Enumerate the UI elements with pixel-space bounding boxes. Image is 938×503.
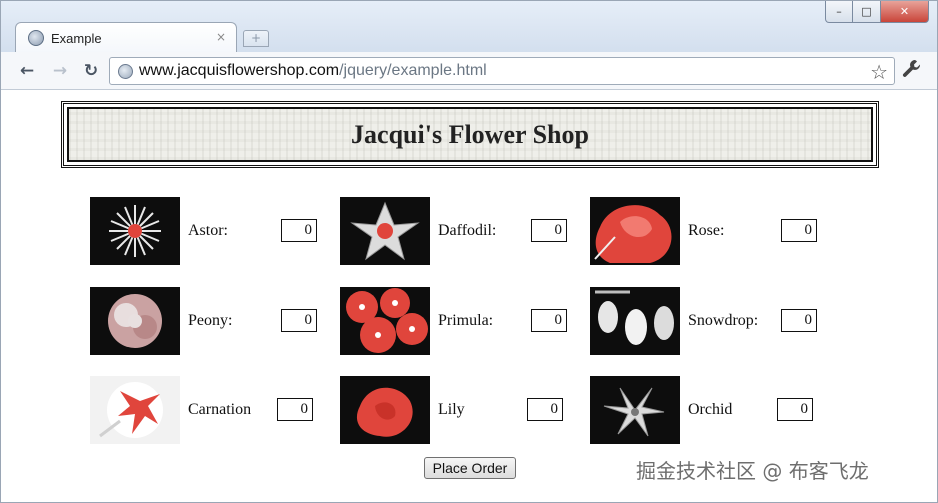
primula-flower-icon	[340, 287, 430, 355]
address-bar[interactable]: www.jacquisflowershop.com/jquery/example…	[109, 57, 895, 85]
page-title: Jacqui's Flower Shop	[351, 119, 589, 149]
daffodil-flower-icon	[340, 197, 430, 265]
quantity-input[interactable]	[531, 309, 567, 332]
product-name: Daffodil:	[438, 222, 497, 239]
window-controls: – □ ✕	[825, 1, 929, 23]
quantity-input[interactable]	[281, 219, 317, 242]
quantity-input[interactable]	[777, 398, 813, 421]
product-name: Primula:	[438, 312, 494, 329]
product-lily: Lily	[340, 376, 580, 444]
peony-flower-icon	[90, 287, 180, 355]
header-banner: Jacqui's Flower Shop	[61, 101, 879, 168]
product-name: Peony:	[188, 312, 233, 329]
product-peony: Peony:	[90, 287, 330, 355]
tab-title: Example	[51, 30, 102, 46]
page-info-icon[interactable]	[118, 63, 133, 79]
quantity-input[interactable]	[277, 398, 313, 421]
watermark-text: 掘金技术社区 @ 布客飞龙	[636, 459, 869, 483]
maximize-button[interactable]: □	[853, 1, 881, 23]
forward-icon[interactable]: →	[50, 61, 70, 81]
product-name: Orchid	[688, 401, 733, 418]
product-name: Carnation	[188, 401, 252, 418]
browser-toolbar: ← → ↻ www.jacquisflowershop.com/jquery/e…	[1, 52, 937, 90]
minimize-button[interactable]: –	[825, 1, 853, 23]
product-snowdrop: Snowdrop:	[590, 287, 830, 355]
title-bar: – □ ✕ Example × +	[1, 1, 937, 53]
quantity-input[interactable]	[531, 219, 567, 242]
quantity-input[interactable]	[781, 309, 817, 332]
product-name: Rose:	[688, 222, 725, 239]
snowdrop-flower-icon	[590, 287, 680, 355]
new-tab-button[interactable]: +	[243, 30, 269, 47]
url-host: www.jacquisflowershop.com	[139, 62, 340, 79]
banner-inner: Jacqui's Flower Shop	[67, 107, 873, 162]
wrench-icon[interactable]	[900, 58, 924, 82]
quantity-input[interactable]	[527, 398, 563, 421]
orchid-flower-icon	[590, 376, 680, 444]
quantity-input[interactable]	[281, 309, 317, 332]
product-daffodil: Daffodil:	[340, 197, 580, 265]
product-rose: Rose:	[590, 197, 830, 265]
product-orchid: Orchid	[590, 376, 830, 444]
product-primula: Primula:	[340, 287, 580, 355]
place-order-button[interactable]: Place Order	[424, 457, 516, 479]
tab-example[interactable]: Example ×	[15, 22, 237, 53]
product-name: Snowdrop:	[688, 312, 759, 329]
page-content: Jacqui's Flower Shop Astor: 0 Daffodil: …	[1, 91, 937, 502]
url-text[interactable]: www.jacquisflowershop.com/jquery/example…	[139, 62, 487, 80]
product-astor: Astor:	[90, 197, 330, 265]
url-path: /jquery/example.html	[339, 62, 487, 79]
tab-close-icon[interactable]: ×	[216, 30, 226, 44]
product-carnation: Carnation	[90, 376, 330, 444]
reload-icon[interactable]: ↻	[81, 61, 101, 81]
lily-flower-icon	[340, 376, 430, 444]
bookmark-star-icon[interactable]: ☆	[870, 60, 888, 84]
product-name: Lily	[438, 401, 465, 418]
back-icon[interactable]: ←	[17, 61, 37, 81]
astor-flower-icon	[90, 197, 180, 265]
product-name: Astor:	[188, 222, 228, 239]
close-window-button[interactable]: ✕	[881, 1, 929, 23]
globe-icon	[28, 30, 44, 46]
carnation-flower-icon	[90, 376, 180, 444]
rose-flower-icon	[590, 197, 680, 265]
quantity-input[interactable]	[781, 219, 817, 242]
browser-window: – □ ✕ Example × + ← → ↻ www.jacquisflowe…	[0, 0, 938, 503]
